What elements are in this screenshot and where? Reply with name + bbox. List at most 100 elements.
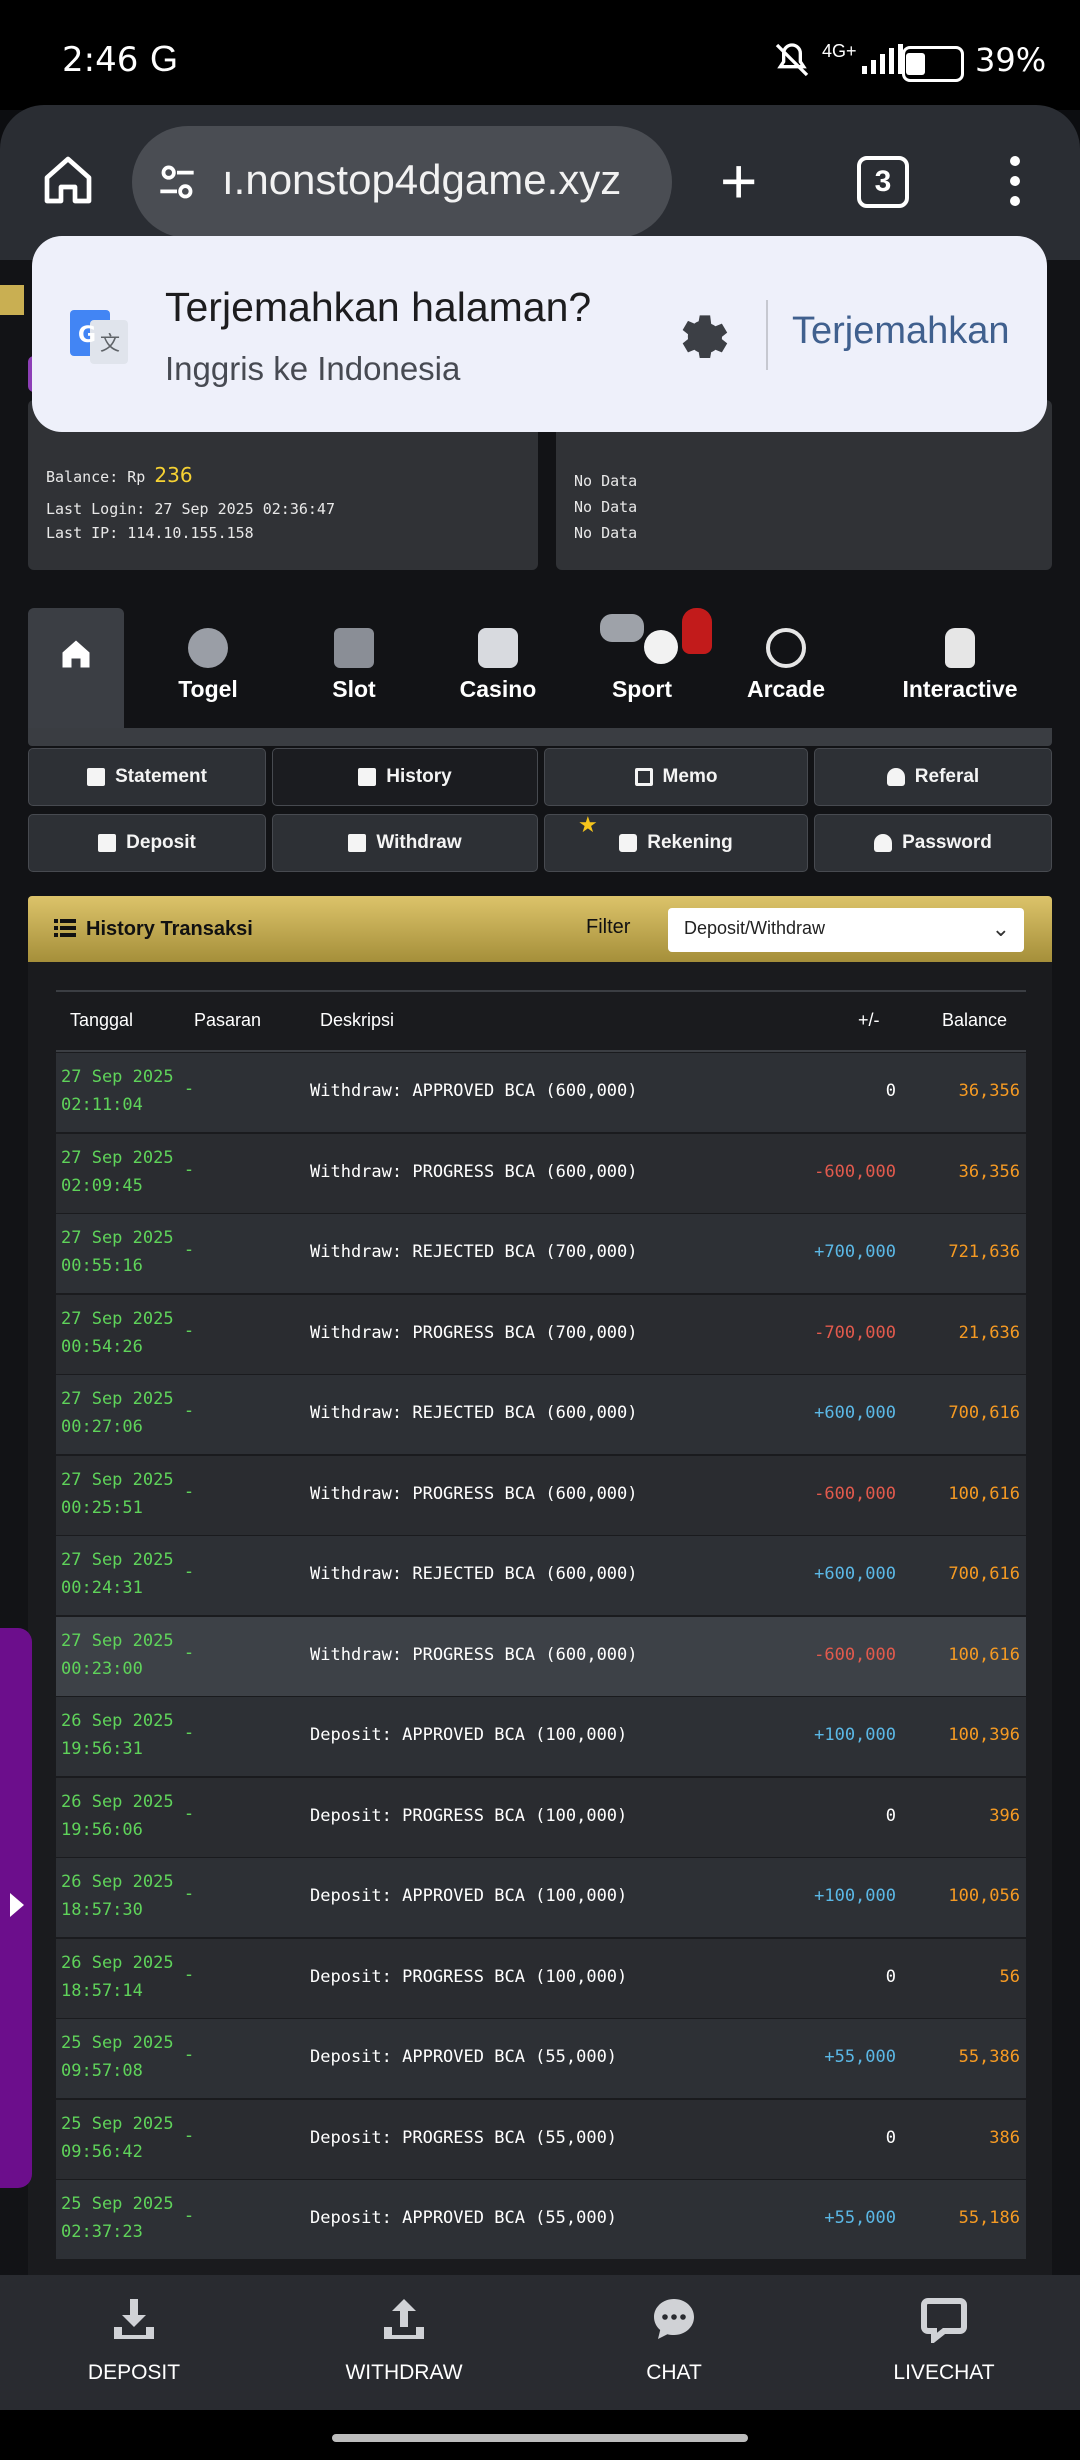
table-row: 25 Sep 2025 09:56:42 - Deposit: PROGRESS BC… <box>56 2099 1026 2181</box>
row-amount: -600,000 <box>814 1161 896 1182</box>
row-description: Withdraw: REJECTED BCA (700,000) <box>310 1242 638 1262</box>
row-description: Deposit: PROGRESS BCA (100,000) <box>310 1805 628 1826</box>
password-button[interactable]: Password <box>814 814 1052 872</box>
row-pasaran: - <box>186 2044 192 2064</box>
row-amount: 0 <box>885 1081 896 1101</box>
svg-text:文: 文 <box>100 331 120 355</box>
referal-button[interactable]: Referal <box>814 748 1052 806</box>
row-balance: 100,616 <box>948 1483 1020 1504</box>
col-deskripsi: Deskripsi <box>320 1010 395 1030</box>
briefcase-icon <box>619 834 638 852</box>
filter-select[interactable]: Deposit/Withdraw ⌄ <box>668 908 1024 952</box>
tab-interactive[interactable]: Interactive <box>868 608 1052 728</box>
row-amount: +55,000 <box>824 2208 896 2228</box>
tab-arcade[interactable]: Arcade <box>714 608 858 728</box>
side-drawer-tab[interactable] <box>0 1628 32 2188</box>
google-icon: G <box>150 38 179 79</box>
row-amount: +700,000 <box>814 1242 896 1262</box>
tab-arcade-label: Arcade <box>747 676 825 702</box>
table-row: 27 Sep 2025 02:09:45 - Withdraw: PROGRESS B… <box>56 1133 1026 1215</box>
last-login: Last Login: 27 Sep 2025 02:36:47 <box>46 500 335 518</box>
translate-button[interactable]: Terjemahkan <box>792 310 1010 353</box>
row-amount: +100,000 <box>814 1886 896 1906</box>
tab-home[interactable] <box>28 608 124 728</box>
divider <box>766 300 768 370</box>
row-amount: 0 <box>885 1966 896 1987</box>
tab-casino[interactable]: Casino <box>426 608 570 728</box>
more-options-icon[interactable] <box>1010 156 1020 216</box>
upload-icon <box>380 2295 428 2343</box>
row-date-time: 19:56:06 <box>61 1819 143 1840</box>
row-date-day: 27 Sep 2025 <box>61 1550 174 1570</box>
gear-icon[interactable] <box>668 302 732 366</box>
row-date: 25 Sep 2025 09:56:42 <box>61 2110 174 2166</box>
col-pasaran: Pasaran <box>194 1010 262 1030</box>
network-type: 4G+ <box>822 41 857 61</box>
new-tab-icon[interactable]: + <box>720 149 757 213</box>
upload-icon <box>348 834 367 852</box>
touch-icon <box>945 628 975 668</box>
memo-button[interactable]: Memo <box>544 748 808 806</box>
tab-sport[interactable]: Sport <box>570 608 714 728</box>
tab-slot[interactable]: Slot <box>282 608 426 728</box>
row-amount: -600,000 <box>814 1483 896 1504</box>
last-bet-line: No Data <box>574 498 638 516</box>
gesture-bar <box>0 2410 1080 2460</box>
page-peek-bar <box>0 285 24 315</box>
table-row: 26 Sep 2025 19:56:31 - Deposit: APPROVED BC… <box>56 1697 1026 1778</box>
row-date: 25 Sep 2025 09:57:08 <box>61 2029 174 2085</box>
withdraw-label: Withdraw <box>376 832 462 853</box>
row-date-time: 00:23:00 <box>61 1658 143 1679</box>
row-pasaran: - <box>186 1561 192 1581</box>
livechat-icon <box>920 2295 968 2346</box>
deposit-label: Deposit <box>126 832 196 853</box>
row-balance: 396 <box>989 1805 1020 1826</box>
row-date-time: 19:56:31 <box>61 1739 143 1759</box>
row-pasaran: - <box>186 1158 192 1179</box>
row-date-time: 00:54:26 <box>61 1336 143 1357</box>
site-settings-icon[interactable] <box>152 158 202 208</box>
history-button[interactable]: History <box>272 748 538 806</box>
row-date-time: 00:25:51 <box>61 1497 143 1518</box>
statement-button[interactable]: Statement <box>28 748 266 806</box>
row-pasaran: - <box>186 1239 192 1259</box>
row-balance: 700,616 <box>948 1564 1020 1584</box>
row-date: 27 Sep 2025 00:55:16 <box>61 1224 174 1280</box>
row-description: Withdraw: PROGRESS BCA (600,000) <box>310 1483 638 1504</box>
table-row: 27 Sep 2025 00:23:00 - Withdraw: PROGRESS B… <box>56 1616 1026 1698</box>
row-amount: +100,000 <box>814 1725 896 1745</box>
bottom-nav <box>0 2275 1080 2410</box>
row-pasaran: - <box>186 1802 192 1823</box>
user-icon <box>886 768 905 786</box>
table-row: 26 Sep 2025 19:56:06 - Deposit: PROGRESS BC… <box>56 1777 1026 1859</box>
google-translate-icon: G文 <box>66 304 132 370</box>
withdraw-button[interactable]: Withdraw <box>272 814 538 872</box>
table-row: 25 Sep 2025 02:37:23 - Deposit: APPROVED BC… <box>56 2180 1026 2261</box>
row-date: 27 Sep 2025 00:54:26 <box>61 1305 174 1361</box>
gamepad-icon <box>600 614 644 642</box>
tab-togel[interactable]: Togel <box>136 608 280 728</box>
url-text[interactable]: ı.nonstop4dgame.xyz <box>222 156 652 204</box>
row-balance: 21,636 <box>958 1322 1020 1343</box>
table-row: 26 Sep 2025 18:57:30 - Deposit: APPROVED BC… <box>56 1858 1026 1939</box>
rekening-label: Rekening <box>647 832 733 853</box>
row-date: 26 Sep 2025 19:56:06 <box>61 1788 174 1844</box>
user-icon <box>874 834 893 852</box>
row-description: Withdraw: APPROVED BCA (600,000) <box>310 1081 638 1101</box>
row-amount: -600,000 <box>814 1644 896 1665</box>
row-date-day: 27 Sep 2025 <box>61 1308 174 1329</box>
table-row: 26 Sep 2025 18:57:14 - Deposit: PROGRESS BC… <box>56 1938 1026 2020</box>
row-balance: 100,056 <box>948 1886 1020 1906</box>
home-icon[interactable] <box>40 152 96 208</box>
row-amount: 0 <box>885 1805 896 1826</box>
row-date-day: 26 Sep 2025 <box>61 1952 174 1973</box>
history-label: History <box>386 766 452 787</box>
row-date-time: 18:57:14 <box>61 1980 143 2001</box>
row-description: Withdraw: PROGRESS BCA (600,000) <box>310 1161 638 1182</box>
row-date: 25 Sep 2025 02:37:23 <box>61 2190 174 2246</box>
translate-title: Terjemahkan halaman? <box>165 284 592 330</box>
battery-level <box>906 53 925 75</box>
statement-label: Statement <box>115 766 207 787</box>
tab-switcher-button[interactable]: 3 <box>857 156 909 208</box>
deposit-button[interactable]: Deposit <box>28 814 266 872</box>
